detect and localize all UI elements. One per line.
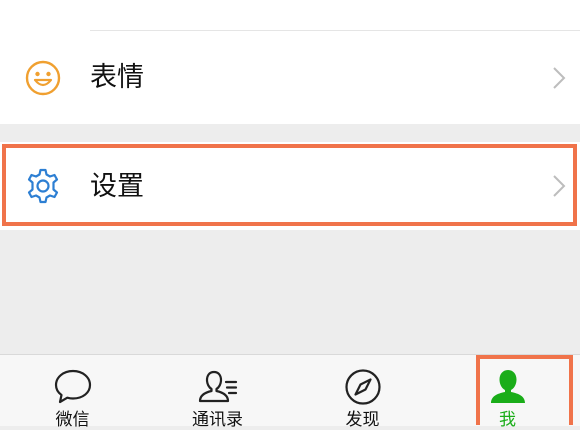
menu-item-settings[interactable]: 设置 xyxy=(0,142,580,230)
smiley-icon xyxy=(25,60,61,96)
tab-me[interactable]: 我 xyxy=(435,355,580,430)
tab-contacts[interactable]: 通讯录 xyxy=(145,355,290,430)
chevron-right-icon xyxy=(553,175,566,197)
chat-bubble-icon xyxy=(54,369,91,404)
chevron-right-icon xyxy=(553,67,566,89)
compass-icon xyxy=(344,369,381,405)
tab-label: 我 xyxy=(499,410,516,430)
tab-label: 通讯录 xyxy=(192,410,243,430)
tab-label: 发现 xyxy=(345,410,380,430)
menu-item-label: 设置 xyxy=(90,171,144,202)
menu-item-emoji[interactable]: 表情 xyxy=(0,31,580,124)
tab-chats[interactable]: 微信 xyxy=(0,355,145,430)
gear-icon xyxy=(27,168,59,204)
person-icon xyxy=(490,370,525,403)
tab-label: 微信 xyxy=(55,410,90,430)
bottom-tab-bar: 微信 通讯录 发现 我 xyxy=(0,354,580,430)
menu-item-label: 表情 xyxy=(90,62,144,93)
tab-discover[interactable]: 发现 xyxy=(290,355,435,430)
contacts-icon xyxy=(198,370,237,403)
